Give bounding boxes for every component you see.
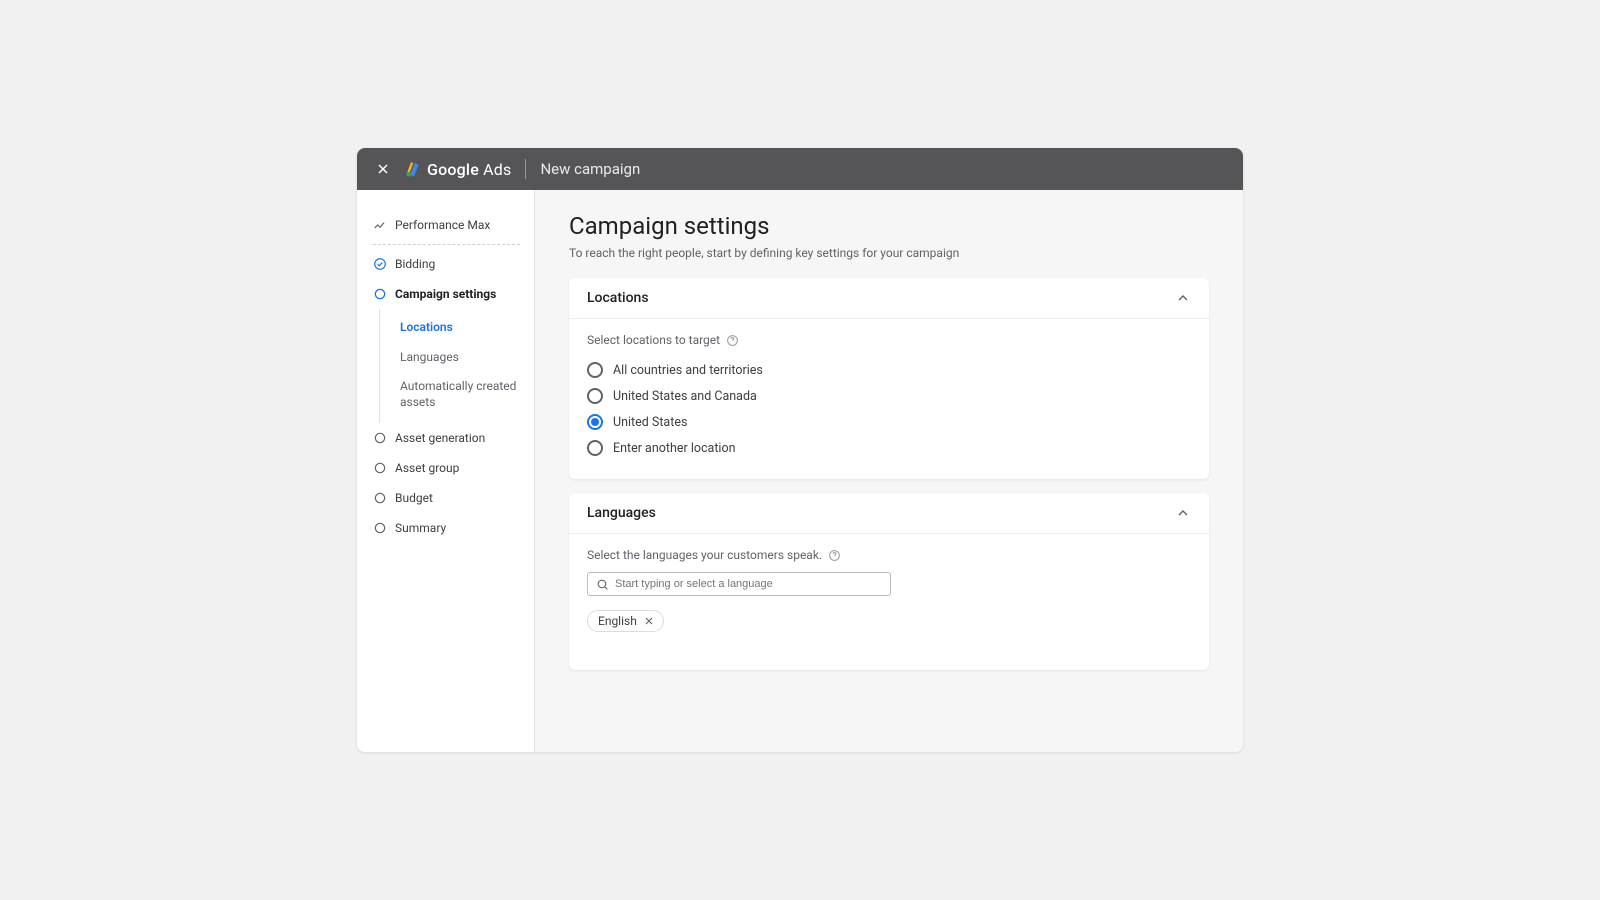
main-panel: Campaign settings To reach the right peo… [535,190,1243,752]
close-button[interactable] [369,155,397,183]
trend-icon [373,218,387,232]
check-circle-icon [373,257,387,271]
languages-card-title: Languages [587,505,656,521]
language-chip: English [587,610,664,632]
location-option-other[interactable]: Enter another location [587,435,1191,461]
sidebar-step-label: Bidding [395,257,435,271]
chip-remove-button[interactable] [643,615,655,627]
page-subtitle: To reach the right people, start by defi… [569,246,1209,260]
help-icon[interactable] [726,334,739,347]
modal-topbar: Google Ads New campaign [357,148,1243,190]
page-title: Campaign settings [569,212,1209,240]
brand-primary: Google [427,160,479,179]
chip-label: English [598,614,637,628]
sidebar-substep-languages[interactable]: Languages [380,343,520,373]
locations-hint-text: Select locations to target [587,333,720,347]
circle-icon [373,431,387,445]
languages-hint: Select the languages your customers spea… [587,548,1191,562]
circle-icon [373,521,387,535]
sidebar-step-asset-generation[interactable]: Asset generation [373,423,520,453]
languages-card: Languages Select the languages your cust… [569,493,1209,670]
location-option-us-canada[interactable]: United States and Canada [587,383,1191,409]
radio-icon [587,388,603,404]
sidebar-step-summary[interactable]: Summary [373,513,520,543]
location-option-all[interactable]: All countries and territories [587,357,1191,383]
locations-card-header[interactable]: Locations [569,278,1209,319]
sidebar-step-asset-group[interactable]: Asset group [373,453,520,483]
sidebar: Performance Max Bidding Campaign setting… [357,190,535,752]
language-input-wrap[interactable] [587,572,891,596]
sidebar-substep-auto-assets[interactable]: Automatically created assets [380,372,520,417]
languages-card-header[interactable]: Languages [569,493,1209,534]
modal-body: Performance Max Bidding Campaign setting… [357,190,1243,752]
sidebar-step-campaign-settings[interactable]: Campaign settings [373,279,520,309]
circle-icon [373,287,387,301]
sidebar-step-budget[interactable]: Budget [373,483,520,513]
close-icon [375,161,391,177]
circle-icon [373,461,387,475]
radio-label: United States and Canada [613,389,757,404]
radio-label: Enter another location [613,441,736,456]
brand-secondary: Ads [483,160,511,179]
locations-card-title: Locations [587,290,649,306]
chevron-up-icon [1175,290,1191,306]
brand-logo: Google Ads [405,160,511,179]
sidebar-step-label: Campaign settings [395,287,496,301]
sidebar-step-label: Asset group [395,461,459,475]
sidebar-step-label: Summary [395,521,446,535]
topbar-divider [525,159,526,179]
sidebar-step-performance-max[interactable]: Performance Max [373,210,520,245]
locations-card: Locations Select locations to target [569,278,1209,479]
circle-icon [373,491,387,505]
google-ads-logo-icon [405,160,423,178]
radio-icon [587,414,603,430]
close-icon [643,615,655,627]
sidebar-step-label: Performance Max [395,218,490,232]
help-icon[interactable] [828,549,841,562]
languages-card-body: Select the languages your customers spea… [569,534,1209,670]
sidebar-step-label: Budget [395,491,433,505]
sidebar-step-bidding[interactable]: Bidding [373,249,520,279]
chevron-up-icon [1175,505,1191,521]
campaign-modal: Google Ads New campaign Performance Max … [357,148,1243,752]
radio-icon [587,440,603,456]
locations-card-body: Select locations to target All countries… [569,319,1209,479]
sidebar-substep-locations[interactable]: Locations [380,313,520,343]
page-name: New campaign [540,160,640,178]
languages-hint-text: Select the languages your customers spea… [587,548,822,562]
search-icon [596,578,609,591]
radio-label: United States [613,415,687,430]
locations-hint: Select locations to target [587,333,1191,347]
language-input[interactable] [615,578,882,590]
sidebar-substeps: Locations Languages Automatically create… [379,309,520,423]
location-option-us[interactable]: United States [587,409,1191,435]
radio-label: All countries and territories [613,363,763,378]
sidebar-step-label: Asset generation [395,431,485,445]
brand-text: Google Ads [427,160,511,179]
radio-icon [587,362,603,378]
